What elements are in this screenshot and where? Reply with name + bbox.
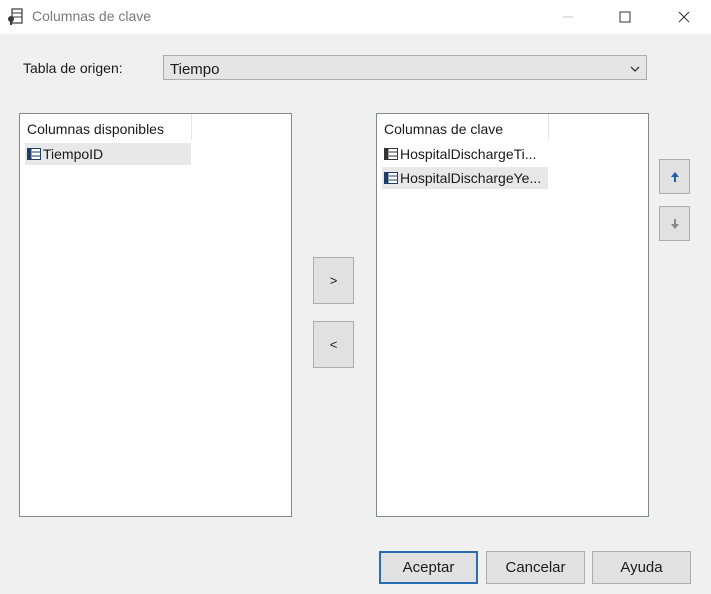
arrow-up-icon bbox=[670, 171, 679, 182]
available-columns-list[interactable]: Columnas disponibles TiempoID bbox=[19, 113, 292, 517]
chevron-down-icon bbox=[629, 62, 641, 78]
move-up-button[interactable] bbox=[659, 159, 690, 194]
move-down-button[interactable] bbox=[659, 206, 690, 241]
close-icon bbox=[678, 11, 690, 23]
minimize-button[interactable] bbox=[545, 0, 591, 34]
list-item[interactable]: HospitalDischargeYe... bbox=[382, 167, 548, 189]
maximize-button[interactable] bbox=[602, 0, 648, 34]
list-item-label: HospitalDischargeYe... bbox=[400, 170, 542, 186]
window-title: Columnas de clave bbox=[32, 8, 152, 24]
list-item-label: TiempoID bbox=[43, 146, 104, 162]
maximize-icon bbox=[619, 11, 631, 23]
key-columns-header: Columnas de clave bbox=[377, 114, 549, 140]
key-table-icon bbox=[7, 8, 23, 26]
list-item[interactable]: TiempoID bbox=[25, 143, 191, 165]
available-columns-header: Columnas disponibles bbox=[20, 114, 192, 140]
source-table-label: Tabla de origen: bbox=[23, 60, 123, 76]
minimize-icon bbox=[563, 16, 573, 18]
list-item[interactable]: HospitalDischargeTi... bbox=[382, 143, 548, 165]
source-table-dropdown[interactable]: Tiempo bbox=[163, 55, 647, 80]
title-bar: Columnas de clave bbox=[0, 0, 711, 34]
ok-button[interactable]: Aceptar bbox=[379, 551, 478, 584]
list-item-label: HospitalDischargeTi... bbox=[400, 146, 537, 162]
remove-column-button[interactable]: < bbox=[313, 321, 354, 368]
column-icon bbox=[384, 148, 398, 160]
key-columns-list[interactable]: Columnas de clave HospitalDischargeTi...… bbox=[376, 113, 649, 517]
arrow-down-icon bbox=[670, 218, 679, 229]
close-button[interactable] bbox=[661, 0, 707, 34]
column-icon bbox=[27, 148, 41, 160]
add-column-button[interactable]: > bbox=[313, 257, 354, 304]
source-table-value: Tiempo bbox=[170, 61, 220, 78]
column-icon bbox=[384, 172, 398, 184]
cancel-button[interactable]: Cancelar bbox=[486, 551, 585, 584]
help-button[interactable]: Ayuda bbox=[592, 551, 691, 584]
